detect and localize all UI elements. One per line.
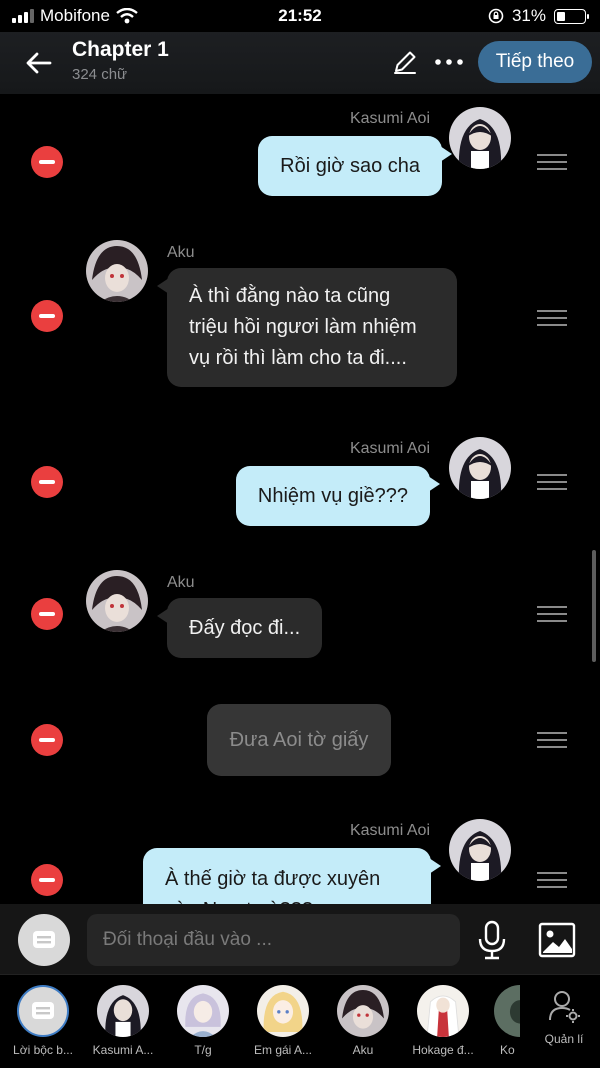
message-row: Kasumi Aoi Nhiệm vụ giề???: [0, 434, 600, 534]
speaker-name: Aku: [167, 244, 195, 261]
message-text: Rồi giờ sao cha: [280, 155, 420, 177]
message-row: Kasumi Aoi Rồi giờ sao cha: [0, 104, 600, 204]
character-item[interactable]: Kasumi A...: [86, 985, 160, 1057]
user-settings-icon: [549, 991, 580, 1023]
microphone-icon[interactable]: [475, 920, 509, 960]
speaker-name: Kasumi Aoi: [349, 110, 430, 127]
character-label: Em gái A...: [253, 1043, 313, 1057]
delete-message-button[interactable]: [31, 146, 63, 178]
character-item[interactable]: T/g: [166, 985, 240, 1057]
character-label: Ko: [500, 1043, 515, 1057]
drag-handle-icon[interactable]: [537, 732, 567, 748]
message-text: À thì đằng nào ta cũng: [189, 285, 391, 307]
character-item[interactable]: Lời bộc b...: [6, 985, 80, 1057]
word-count: 324 chữ: [72, 66, 128, 83]
delete-message-button[interactable]: [31, 598, 63, 630]
status-bar: Mobifone 21:52 31%: [0, 0, 600, 32]
character-item[interactable]: Em gái A...: [246, 985, 320, 1057]
drag-handle-icon[interactable]: [537, 474, 567, 490]
drag-handle-icon[interactable]: [537, 154, 567, 170]
avatar[interactable]: [449, 437, 511, 499]
narrator-avatar: [17, 985, 69, 1037]
speaker-name: Kasumi Aoi: [349, 822, 430, 839]
character-item[interactable]: Aku: [326, 985, 400, 1057]
drag-handle-icon[interactable]: [537, 872, 567, 888]
character-avatar: [337, 985, 389, 1037]
chat-bubble-icon: [33, 931, 55, 948]
character-label: Lời bộc b...: [13, 1043, 73, 1057]
message-bubble[interactable]: Nhiệm vụ giề???: [235, 466, 441, 526]
drag-handle-icon[interactable]: [537, 606, 567, 622]
speaker-name: Aku: [167, 574, 195, 591]
delete-message-button[interactable]: [31, 864, 63, 896]
dialogue-input[interactable]: [87, 914, 460, 966]
delete-message-button[interactable]: [31, 300, 63, 332]
character-avatar: [257, 985, 309, 1037]
character-label: Aku: [352, 1043, 374, 1057]
message-bubble[interactable]: Đấy đọc đi...: [156, 598, 323, 658]
message-type-button[interactable]: [18, 914, 70, 966]
chapter-title: Chapter 1: [72, 38, 169, 61]
battery-icon: [554, 8, 589, 24]
delete-message-button[interactable]: [31, 724, 63, 756]
message-text: Nhiệm vụ giề???: [257, 485, 408, 507]
message-row: Đưa Aoi tờ giấy: [0, 704, 600, 776]
manage-label: Quản lí: [544, 1032, 584, 1046]
drag-handle-icon[interactable]: [537, 310, 567, 326]
message-row: Kasumi Aoi À thế giờ ta được xuyên vào N…: [0, 816, 600, 904]
chat-area[interactable]: Kasumi Aoi Rồi giờ sao cha Aku À thì đằn…: [0, 94, 600, 904]
message-bubble[interactable]: À thế giờ ta được xuyên vào Naruto à???: [143, 848, 441, 904]
back-arrow-icon[interactable]: [22, 46, 56, 80]
speaker-name: Kasumi Aoi: [349, 440, 430, 457]
character-avatar: [177, 985, 229, 1037]
scrollbar[interactable]: [592, 550, 596, 662]
character-item[interactable]: Hokage đ...: [406, 985, 480, 1057]
character-avatar: [494, 985, 520, 1037]
character-avatar: [97, 985, 149, 1037]
message-row: Aku Đấy đọc đi...: [0, 570, 600, 680]
message-bubble[interactable]: À thì đằng nào ta cũng triệu hồi ngươi l…: [157, 268, 457, 387]
battery-percent: 31%: [511, 6, 546, 25]
avatar[interactable]: [449, 819, 511, 881]
message-text: triệu hồi ngươi làm nhiệm: [189, 316, 417, 338]
message-text: vào Naruto à???: [165, 895, 409, 904]
manage-characters-button[interactable]: Quản lí: [536, 989, 592, 1046]
message-text: vụ rồi thì làm cho ta đi....: [189, 347, 407, 369]
narration-text: Đưa Aoi tờ giấy: [229, 729, 369, 751]
message-bubble[interactable]: Rồi giờ sao cha: [258, 136, 452, 196]
more-options-icon[interactable]: [432, 49, 466, 75]
avatar[interactable]: [86, 240, 148, 302]
edit-pen-icon[interactable]: [392, 49, 418, 75]
character-label: Kasumi A...: [92, 1043, 154, 1057]
character-label: Hokage đ...: [412, 1043, 474, 1057]
image-icon[interactable]: [538, 922, 576, 958]
narration-bubble[interactable]: Đưa Aoi tờ giấy: [207, 704, 391, 776]
next-chapter-button[interactable]: Tiếp theo: [478, 41, 592, 83]
character-label: T/g: [194, 1043, 212, 1057]
character-bar: Lời bộc b... Kasumi A... T/g Em gái A...…: [0, 974, 600, 1068]
character-item[interactable]: Ko: [480, 985, 520, 1057]
character-avatar: [417, 985, 469, 1037]
input-bar: [0, 904, 600, 974]
message-text: Đấy đọc đi...: [189, 617, 301, 639]
avatar[interactable]: [86, 570, 148, 632]
chapter-header: Chapter 1 324 chữ Tiếp theo: [0, 32, 600, 94]
rotation-lock-icon: [488, 8, 504, 24]
message-text: À thế giờ ta được xuyên: [165, 868, 381, 890]
delete-message-button[interactable]: [31, 466, 63, 498]
avatar[interactable]: [449, 107, 511, 169]
